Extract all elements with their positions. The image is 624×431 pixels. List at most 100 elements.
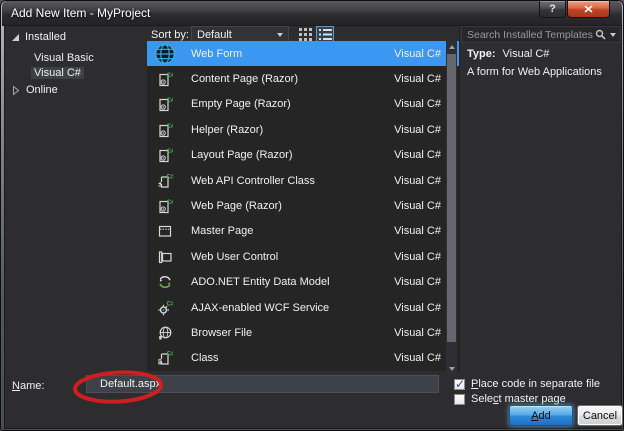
template-category: Visual C# bbox=[394, 225, 441, 238]
search-icon bbox=[595, 29, 606, 40]
installed-group-label: Installed bbox=[25, 31, 66, 43]
checkbox-checked-icon[interactable] bbox=[454, 377, 465, 391]
scroll-down-button[interactable] bbox=[446, 363, 457, 375]
template-label: ADO.NET Entity Data Model bbox=[191, 276, 330, 289]
select-master-page-checkbox[interactable]: Select master page bbox=[454, 392, 566, 406]
template-item[interactable]: Empty Page (Razor) Visual C# bbox=[147, 92, 459, 117]
sidebar-item-visual-c-[interactable]: Visual C# bbox=[31, 66, 97, 81]
add-button-label: Add bbox=[531, 409, 551, 422]
template-item[interactable]: Web API Controller Class Visual C# bbox=[147, 168, 459, 193]
help-icon: ? bbox=[549, 3, 556, 15]
collapsed-triangle-icon bbox=[13, 84, 20, 96]
template-label: Content Page (Razor) bbox=[191, 73, 298, 86]
scroll-up-button[interactable] bbox=[446, 41, 457, 53]
template-label: Master Page bbox=[191, 225, 254, 238]
template-category: Visual C# bbox=[394, 352, 441, 365]
template-label: Empty Page (Razor) bbox=[191, 98, 291, 111]
template-category: Visual C# bbox=[394, 174, 441, 187]
place-code-label: Place code in separate file bbox=[471, 378, 601, 390]
template-item[interactable]: Web Form Visual C# bbox=[147, 41, 459, 67]
class-icon bbox=[157, 350, 173, 366]
list-scrollbar[interactable] bbox=[446, 41, 457, 375]
close-button[interactable] bbox=[567, 1, 610, 18]
expanded-triangle-icon bbox=[12, 33, 19, 41]
template-item[interactable]: AJAX-enabled WCF Service Visual C# bbox=[147, 295, 459, 320]
add-button[interactable]: Add bbox=[509, 405, 573, 426]
list-view-icon bbox=[318, 29, 332, 40]
template-item[interactable]: Helper (Razor) Visual C# bbox=[147, 117, 459, 142]
title-bar[interactable]: Add New Item - MyProject ? bbox=[2, 1, 622, 26]
online-group-label: Online bbox=[26, 84, 58, 96]
template-label: AJAX-enabled WCF Service bbox=[191, 301, 330, 314]
close-icon bbox=[584, 5, 593, 13]
template-item[interactable]: Layout Page (Razor) Visual C# bbox=[147, 143, 459, 168]
dialog-content: Installed Visual Basic Visual C# Online S… bbox=[5, 26, 623, 428]
template-description: A form for Web Applications bbox=[467, 66, 602, 78]
browser-file-icon bbox=[157, 325, 173, 341]
user-control-icon bbox=[157, 249, 173, 265]
small-icons-view-icon bbox=[298, 28, 312, 41]
type-value: Visual C# bbox=[502, 48, 550, 60]
template-label: Web Page (Razor) bbox=[191, 200, 282, 213]
sidebar-group-installed[interactable]: Installed bbox=[12, 31, 66, 43]
template-item[interactable]: Web User Control Visual C# bbox=[147, 244, 459, 269]
api-class-icon bbox=[157, 173, 173, 189]
template-label: Helper (Razor) bbox=[191, 123, 264, 136]
template-item[interactable]: Class Visual C# bbox=[147, 346, 459, 371]
template-item[interactable]: Web Page (Razor) Visual C# bbox=[147, 193, 459, 218]
template-category: Visual C# bbox=[394, 301, 441, 314]
template-label: Browser File bbox=[191, 326, 253, 339]
template-category: Visual C# bbox=[394, 123, 441, 136]
entity-model-icon bbox=[157, 274, 173, 290]
template-label: Web Form bbox=[191, 47, 243, 60]
sidebar-item-label: Visual Basic bbox=[34, 52, 94, 64]
template-item[interactable]: Content Page (Razor) Visual C# bbox=[147, 66, 459, 91]
search-options-chevron-icon[interactable] bbox=[610, 32, 616, 37]
chevron-down-icon bbox=[277, 32, 283, 37]
sidebar-item-visual-basic[interactable]: Visual Basic bbox=[31, 51, 97, 66]
template-category: Visual C# bbox=[394, 200, 441, 213]
template-item[interactable]: Browser File Visual C# bbox=[147, 320, 459, 345]
globe-icon bbox=[154, 43, 176, 65]
sort-by-label: Sort by: bbox=[151, 29, 189, 41]
type-label: Type: bbox=[467, 48, 496, 60]
razor-page-icon bbox=[157, 96, 173, 112]
template-category: Visual C# bbox=[394, 149, 441, 162]
template-label: Web API Controller Class bbox=[191, 174, 315, 187]
template-category: Visual C# bbox=[394, 250, 441, 263]
template-category: Visual C# bbox=[394, 98, 441, 111]
name-label: Name: bbox=[12, 380, 45, 392]
search-box[interactable] bbox=[461, 26, 621, 43]
template-type-line: Type: Visual C# bbox=[467, 48, 549, 60]
sidebar-group-online[interactable]: Online bbox=[12, 84, 58, 96]
sidebar-item-label: Visual C# bbox=[31, 67, 84, 79]
sort-by-value: Default bbox=[197, 28, 232, 41]
scrollbar-thumb[interactable] bbox=[447, 54, 456, 342]
template-label: Web User Control bbox=[191, 250, 279, 263]
add-new-item-dialog: Add New Item - MyProject ? Installed Vis… bbox=[0, 0, 624, 431]
razor-page-icon bbox=[157, 122, 173, 138]
panel-divider bbox=[458, 26, 460, 371]
cancel-button-label: Cancel bbox=[582, 409, 618, 422]
cancel-button[interactable]: Cancel bbox=[577, 405, 623, 426]
master-page-icon bbox=[157, 223, 173, 239]
search-input[interactable] bbox=[462, 28, 595, 41]
template-label: Layout Page (Razor) bbox=[191, 149, 293, 162]
window-title: Add New Item - MyProject bbox=[11, 6, 151, 20]
scroll-down-icon bbox=[448, 367, 455, 371]
razor-page-icon bbox=[157, 198, 173, 214]
template-category: Visual C# bbox=[394, 47, 441, 60]
select-master-page-label: Select master page bbox=[471, 393, 566, 405]
template-item[interactable]: Master Page Visual C# bbox=[147, 219, 459, 244]
checkbox-unchecked-icon[interactable] bbox=[454, 393, 465, 405]
razor-page-icon bbox=[157, 71, 173, 87]
template-category: Visual C# bbox=[394, 73, 441, 86]
sidebar-language-list: Visual Basic Visual C# bbox=[31, 51, 97, 81]
template-category: Visual C# bbox=[394, 276, 441, 289]
place-code-checkbox[interactable]: Place code in separate file bbox=[454, 377, 600, 391]
scroll-up-icon bbox=[448, 45, 455, 49]
wcf-service-icon bbox=[157, 300, 173, 316]
template-item[interactable]: ADO.NET Entity Data Model Visual C# bbox=[147, 270, 459, 295]
help-button[interactable]: ? bbox=[539, 1, 566, 18]
name-input[interactable] bbox=[86, 375, 439, 393]
